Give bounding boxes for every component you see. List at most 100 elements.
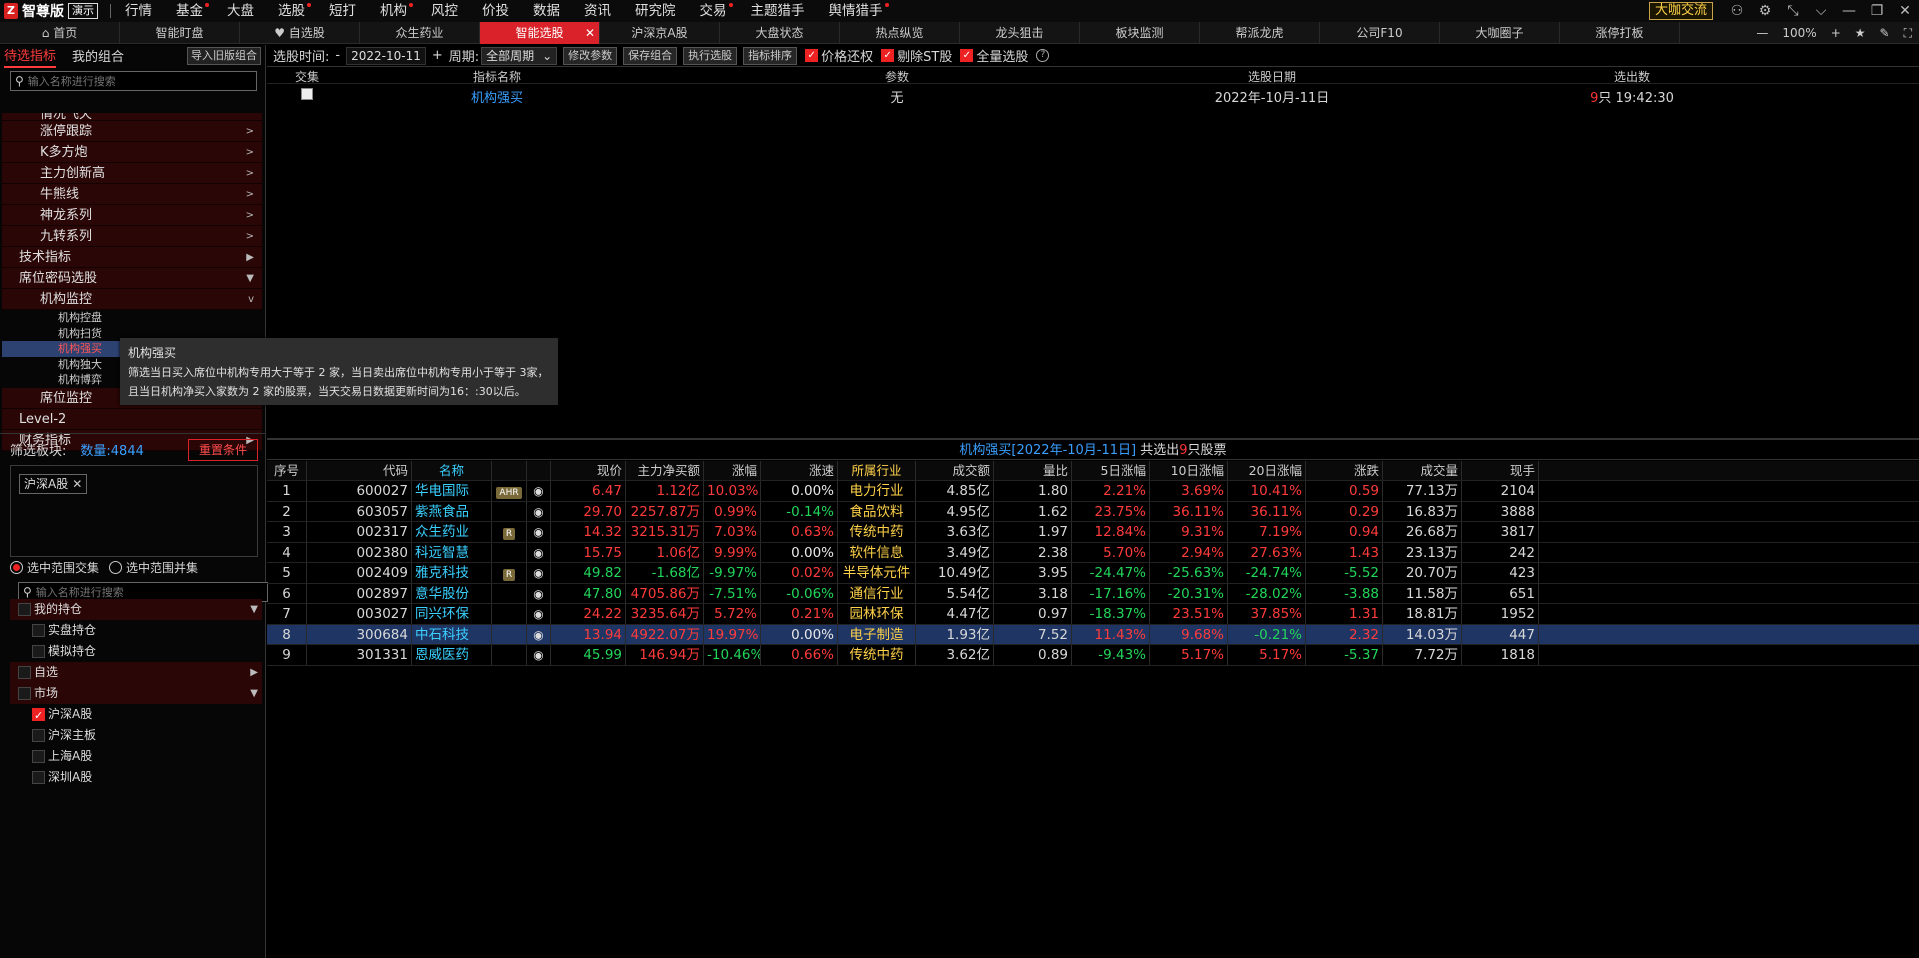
menu-item[interactable]: 短打 bbox=[329, 0, 356, 22]
col-header[interactable]: 现手 bbox=[1462, 461, 1539, 480]
tab-item[interactable]: 板块监测 bbox=[1080, 21, 1200, 44]
tree-node[interactable]: 九转系列 > bbox=[2, 226, 262, 247]
zoom-out-icon[interactable]: — bbox=[1756, 26, 1768, 40]
cell[interactable]: 恩威医药 bbox=[412, 645, 492, 665]
col-header[interactable]: 序号 bbox=[267, 461, 307, 480]
col-header[interactable]: 5日涨幅 bbox=[1072, 461, 1150, 480]
col-header[interactable]: 成交额 bbox=[916, 461, 994, 480]
checkbox-full-selection[interactable]: ✓ 全量选股 bbox=[960, 46, 1028, 65]
checkbox-icon[interactable] bbox=[32, 705, 45, 726]
menu-item[interactable]: 风控 bbox=[431, 0, 458, 22]
tab-item[interactable]: 沪深京A股 bbox=[600, 21, 720, 44]
menu-item[interactable]: 机构 bbox=[380, 0, 413, 22]
tab-item[interactable]: ♥ 自选股 bbox=[240, 21, 360, 44]
table-row[interactable]: 3 002317 众生药业 R ◉ 14.32 3215.31万 7.03% 0.63% 传统中药… bbox=[267, 522, 1919, 543]
col-header[interactable]: 20日涨幅 bbox=[1228, 461, 1306, 480]
menu-item[interactable]: 价投 bbox=[482, 0, 509, 22]
radio-intersection[interactable]: 选中范围交集 bbox=[10, 559, 99, 576]
sector-node[interactable]: 实盘持仓 bbox=[10, 620, 262, 641]
col-header[interactable] bbox=[527, 461, 551, 480]
cell[interactable]: 意华股份 bbox=[412, 583, 492, 603]
eye-icon[interactable]: ◉ bbox=[533, 607, 543, 621]
save-group-button[interactable]: 保存组合 bbox=[623, 46, 678, 65]
table-row[interactable]: 4 002380 科远智慧 ◉ 15.75 1.06亿 9.99% 0.00% 软件信息 3.49… bbox=[267, 542, 1919, 563]
tree-node[interactable]: 技术指标 ▶ bbox=[2, 247, 262, 268]
sector-node[interactable]: 深圳A股 bbox=[10, 767, 262, 788]
tab-item[interactable]: 众生药业 bbox=[360, 21, 480, 44]
cell[interactable]: 紫燕食品 bbox=[412, 501, 492, 521]
tab-item[interactable]: 龙头狙击 bbox=[960, 21, 1080, 44]
date-prev-button[interactable]: - bbox=[335, 48, 340, 63]
menu-item[interactable]: 舆情猎手 bbox=[829, 0, 889, 22]
col-header[interactable]: 涨幅 bbox=[704, 461, 761, 480]
tab-item[interactable]: 涨停打板 bbox=[1560, 21, 1680, 44]
intersect-checkbox[interactable] bbox=[267, 88, 347, 104]
eye-icon[interactable]: ◉ bbox=[533, 484, 543, 498]
eye-icon[interactable]: ◉ bbox=[533, 525, 543, 539]
radio-union[interactable]: 选中范围并集 bbox=[109, 559, 198, 576]
exchange-button[interactable]: 大咖交流 bbox=[1648, 2, 1713, 20]
tree-node[interactable]: 牛熊线 > bbox=[2, 184, 262, 205]
menu-item[interactable]: 大盘 bbox=[227, 0, 254, 22]
table-row[interactable]: 5 002409 雅克科技 R ◉ 49.82 -1.68亿 -9.97% 0.02% 半导体元件… bbox=[267, 563, 1919, 584]
col-header[interactable]: 主力净买额 bbox=[626, 461, 704, 480]
tree-node[interactable]: 主力创新高 > bbox=[2, 163, 262, 184]
tab-item[interactable]: 智能盯盘 bbox=[120, 21, 240, 44]
checkbox-icon[interactable] bbox=[32, 771, 45, 784]
col-header[interactable]: 现价 bbox=[551, 461, 626, 480]
help-icon[interactable]: ? bbox=[1036, 49, 1050, 62]
tab-item[interactable]: 公司F10 bbox=[1320, 21, 1440, 44]
sector-node[interactable]: 沪深A股 bbox=[10, 704, 262, 726]
table-row[interactable]: 1 600027 华电国际 AHR ◉ 6.47 1.12亿 10.03% 0.00% 电力行业 4… bbox=[267, 481, 1919, 502]
indicator-name[interactable]: 机构强买 bbox=[347, 87, 647, 106]
sector-node[interactable]: 我的持仓 ▼ bbox=[10, 599, 262, 620]
eye-icon[interactable]: ◉ bbox=[533, 628, 543, 642]
cell[interactable]: 中石科技 bbox=[412, 624, 492, 644]
tab-item[interactable]: 大咖圈子 bbox=[1440, 21, 1560, 44]
table-row[interactable]: 2 603057 紫燕食品 ◉ 29.70 2257.87万 0.99% -0.14% 食品饮料… bbox=[267, 501, 1919, 522]
chevron-down-icon[interactable]: ⌵ bbox=[1807, 3, 1835, 19]
col-header[interactable]: 涨速 bbox=[761, 461, 838, 480]
menu-item[interactable]: 基金 bbox=[176, 0, 209, 22]
col-header[interactable] bbox=[492, 461, 527, 480]
cell[interactable]: 科远智慧 bbox=[412, 542, 492, 562]
edit-params-button[interactable]: 修改参数 bbox=[563, 46, 618, 65]
tree-node[interactable]: Level-2 bbox=[2, 408, 262, 430]
tree-node[interactable]: K多方炮 > bbox=[2, 142, 262, 163]
tab-item[interactable]: 帮派龙虎 bbox=[1200, 21, 1320, 44]
tree-node[interactable]: 机构控盘 bbox=[2, 310, 262, 326]
menu-item[interactable]: 行情 bbox=[125, 0, 152, 22]
eye-icon[interactable]: ◉ bbox=[533, 505, 543, 519]
tab-item[interactable]: ⌂ 首页 bbox=[0, 21, 120, 44]
settings-icon[interactable]: ⚙ bbox=[1751, 3, 1779, 19]
date-next-button[interactable]: + bbox=[432, 48, 443, 63]
sector-search-input[interactable] bbox=[35, 585, 256, 599]
app-logo[interactable]: Z 智尊版 演示 bbox=[0, 0, 98, 22]
tree-node[interactable]: 机构监控 v bbox=[2, 289, 262, 310]
sector-node[interactable]: 上海A股 bbox=[10, 746, 262, 767]
import-button[interactable]: 导入旧版组合 bbox=[187, 47, 261, 65]
eye-icon[interactable]: ◉ bbox=[533, 587, 543, 601]
cell[interactable]: 雅克科技 bbox=[412, 563, 492, 583]
menu-item[interactable]: 数据 bbox=[533, 0, 560, 22]
checkbox-icon[interactable] bbox=[32, 624, 45, 637]
remove-chip-icon[interactable]: ✕ bbox=[72, 477, 82, 491]
sector-chip[interactable]: 沪深A股 ✕ bbox=[19, 474, 88, 494]
indicator-search-input[interactable] bbox=[27, 74, 248, 88]
tab-item[interactable]: 智能选股 ✕ bbox=[480, 21, 600, 44]
col-header[interactable]: 所属行业 bbox=[838, 461, 916, 480]
table-row[interactable]: 8 300684 中石科技 ◉ 13.94 4922.07万 19.97% 0.00% 电子制造… bbox=[267, 624, 1919, 645]
table-row[interactable]: 6 002897 意华股份 ◉ 47.80 4705.86万 -7.51% -0.06% 通信行… bbox=[267, 583, 1919, 604]
checkbox-icon[interactable] bbox=[32, 729, 45, 742]
pencil-icon[interactable]: ✎ bbox=[1880, 26, 1890, 40]
sector-node[interactable]: 市场 ▼ bbox=[10, 683, 262, 704]
col-header[interactable]: 涨跌 bbox=[1306, 461, 1383, 480]
checkbox-icon[interactable] bbox=[18, 666, 31, 679]
table-row[interactable]: 9 301331 恩威医药 ◉ 45.99 146.94万 -10.46% 0.66% 传统中药… bbox=[267, 645, 1919, 666]
tab-my-groups[interactable]: 我的组合 bbox=[72, 46, 124, 67]
eye-icon[interactable]: ◉ bbox=[533, 566, 543, 580]
eye-icon[interactable]: ◉ bbox=[533, 648, 543, 662]
menu-item[interactable]: 选股 bbox=[278, 0, 311, 22]
tree-node[interactable]: 情况飞天 bbox=[2, 113, 262, 121]
menu-item[interactable]: 研究院 bbox=[635, 0, 676, 22]
